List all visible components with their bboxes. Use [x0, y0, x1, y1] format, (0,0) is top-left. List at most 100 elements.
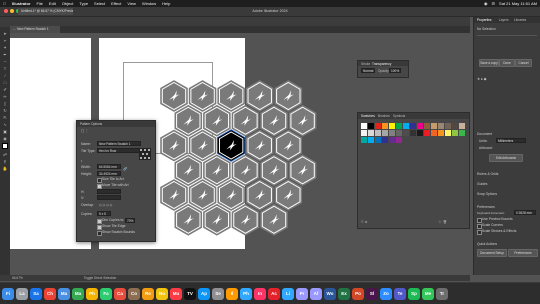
- swatch-color[interactable]: [424, 130, 430, 136]
- swatch-color[interactable]: [368, 123, 374, 129]
- dock-icon-indesign[interactable]: In: [254, 287, 266, 300]
- swatch-color[interactable]: [445, 123, 451, 129]
- dim-copies-input[interactable]: 70%: [125, 218, 135, 223]
- eyedropper-tool-icon[interactable]: ☍: [2, 152, 8, 157]
- swatch-color[interactable]: [403, 123, 409, 129]
- pattern-tile-hex-selected[interactable]: [216, 129, 246, 162]
- document-tab[interactable]: Untitled-1* @ 66.67 % (CMYK/Preview): [18, 8, 73, 15]
- dock-icon-premiere[interactable]: Pr: [296, 287, 308, 300]
- eraser-tool-icon[interactable]: ▯: [2, 101, 8, 106]
- swatch-color[interactable]: [445, 130, 451, 136]
- zoom-tool-icon[interactable]: ⚲: [2, 159, 8, 164]
- blend-mode-select[interactable]: Normal: [361, 68, 375, 73]
- swatch-color[interactable]: [396, 130, 402, 136]
- warp-tool-icon[interactable]: ∿: [2, 122, 8, 127]
- units-select[interactable]: Millimeters: [496, 138, 526, 143]
- tab-swatches[interactable]: Swatches: [361, 114, 375, 118]
- wifi-icon[interactable]: ◉: [484, 1, 488, 6]
- apple-menu-icon[interactable]: : [3, 1, 6, 6]
- swatch-color[interactable]: [375, 137, 381, 143]
- swatch-color[interactable]: [382, 137, 388, 143]
- tab-libraries[interactable]: Libraries: [514, 18, 526, 22]
- swatch-color[interactable]: [438, 130, 444, 136]
- menu-file[interactable]: File: [36, 1, 42, 6]
- app-menu[interactable]: Illustrator: [12, 1, 30, 6]
- line-tool-icon[interactable]: /: [2, 73, 8, 78]
- dock-icon-calendar[interactable]: Ca: [114, 287, 126, 300]
- new-swatch-icon[interactable]: ➕ 🗑: [438, 220, 447, 224]
- v-spacing-input[interactable]: [97, 195, 121, 200]
- curvature-tool-icon[interactable]: ∽: [2, 59, 8, 64]
- swatch-color[interactable]: [452, 130, 458, 136]
- dock-icon-slack[interactable]: Sl: [366, 287, 378, 300]
- pattern-name-input[interactable]: New Pattern Swatch 1: [97, 141, 141, 146]
- opacity-input[interactable]: 100%: [389, 68, 401, 73]
- dock-icon-lightroom[interactable]: Li: [282, 287, 294, 300]
- tab-stroke[interactable]: Stroke: [361, 62, 370, 66]
- cancel-button[interactable]: Cancel: [515, 59, 532, 67]
- overlap-options[interactable]: ◇ ◇ ◇ ◇: [99, 203, 112, 207]
- done-button[interactable]: Done: [499, 59, 515, 67]
- swatch-color[interactable]: [375, 123, 381, 129]
- rectangle-tool-icon[interactable]: □: [2, 80, 8, 85]
- dock-icon-trash[interactable]: Tr: [436, 287, 448, 300]
- menu-help[interactable]: Help: [162, 1, 170, 6]
- tab-symbols[interactable]: Symbols: [393, 114, 405, 118]
- edit-artboards-button[interactable]: Edit Artboards: [489, 154, 523, 162]
- menu-object[interactable]: Object: [62, 1, 74, 6]
- dock-icon-app-store[interactable]: Ap: [198, 287, 210, 300]
- rotate-tool-icon[interactable]: ↻: [2, 108, 8, 113]
- dock-icon-word[interactable]: Wo: [324, 287, 336, 300]
- dock-icon-settings[interactable]: Se: [212, 287, 224, 300]
- type-tool-icon[interactable]: T: [2, 66, 8, 71]
- menu-effect[interactable]: Effect: [111, 1, 121, 6]
- tab-layers[interactable]: Layers: [499, 18, 509, 22]
- dock-icon-notes[interactable]: No: [156, 287, 168, 300]
- paintbrush-tool-icon[interactable]: ✐: [2, 87, 8, 92]
- swatch-color[interactable]: [459, 123, 465, 129]
- selection-tool-icon[interactable]: ➤: [2, 31, 8, 36]
- document-setup-button[interactable]: Document Setup: [477, 249, 507, 257]
- swatch-color[interactable]: [431, 130, 437, 136]
- menu-window[interactable]: Window: [142, 1, 156, 6]
- swatch-color[interactable]: [389, 137, 395, 143]
- tab-properties[interactable]: Properties: [477, 18, 492, 22]
- fill-stroke-icon[interactable]: [2, 143, 8, 149]
- tab-transparency[interactable]: Transparency: [372, 62, 391, 66]
- dock-icon-powerpoint[interactable]: Po: [352, 287, 364, 300]
- swatch-color[interactable]: [452, 123, 458, 129]
- hex-pattern-preview[interactable]: [154, 76, 339, 261]
- swatch-color[interactable]: [410, 130, 416, 136]
- keyboard-increment-input[interactable]: 0.3528 mm: [514, 210, 536, 215]
- dock-icon-spotify[interactable]: Sp: [408, 287, 420, 300]
- dock-icon-tv[interactable]: TV: [184, 287, 196, 300]
- swatch-color[interactable]: [361, 123, 367, 129]
- dock-icon-illustrator[interactable]: Il: [226, 287, 238, 300]
- close-window-button[interactable]: [4, 9, 8, 13]
- swatch-color[interactable]: [396, 137, 402, 143]
- h-spacing-input[interactable]: [97, 189, 121, 194]
- preferences-button[interactable]: Preferences: [508, 249, 538, 257]
- dock-icon-messages[interactable]: Me: [422, 287, 434, 300]
- save-copy-button[interactable]: Save a copy: [479, 59, 499, 67]
- dock-icon-excel[interactable]: Ex: [338, 287, 350, 300]
- scale-tool-icon[interactable]: ⇱: [2, 115, 8, 120]
- swatch-color[interactable]: [410, 123, 416, 129]
- swatch-color[interactable]: [382, 130, 388, 136]
- swatch-color[interactable]: [417, 130, 423, 136]
- zoom-level[interactable]: 66.67%: [12, 276, 23, 280]
- dock-icon-zoom[interactable]: Zo: [380, 287, 392, 300]
- tile-edit-icon[interactable]: ▢ ⋮: [81, 129, 89, 133]
- width-input[interactable]: 64.5064 mm: [97, 164, 121, 169]
- dock-icon-photoshop[interactable]: Ph: [240, 287, 252, 300]
- hand-tool-icon[interactable]: ✋: [2, 166, 8, 171]
- dock-icon-mail[interactable]: Ma: [58, 287, 70, 300]
- dock-icon-facetime[interactable]: Fa: [100, 287, 112, 300]
- swatch-color[interactable]: [382, 123, 388, 129]
- dock-icon-reminders[interactable]: Re: [142, 287, 154, 300]
- pen-tool-icon[interactable]: ✒: [2, 52, 8, 57]
- menu-type[interactable]: Type: [79, 1, 88, 6]
- copies-select[interactable]: 5 x 5: [97, 211, 111, 216]
- dock-icon-teams[interactable]: Te: [394, 287, 406, 300]
- swatch-color[interactable]: [431, 123, 437, 129]
